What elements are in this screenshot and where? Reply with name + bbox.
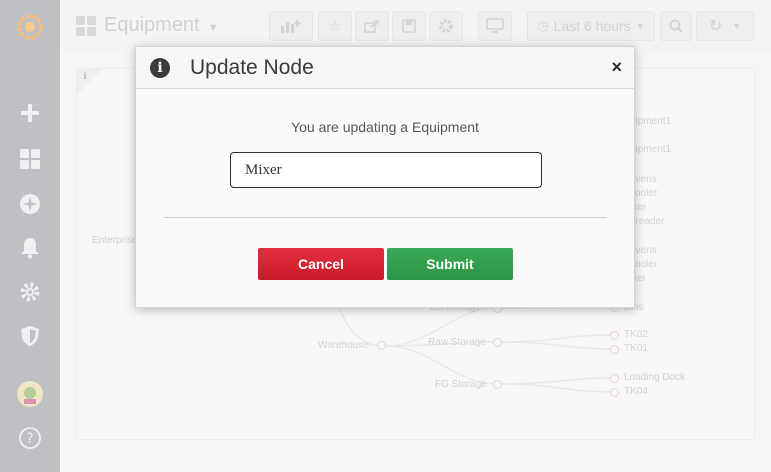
close-icon[interactable]: × bbox=[611, 57, 622, 78]
submit-button[interactable]: Submit bbox=[387, 248, 513, 280]
modal-header: i Update Node × bbox=[136, 47, 634, 89]
modal-title: Update Node bbox=[190, 55, 314, 79]
update-node-modal: i Update Node × You are updating a Equip… bbox=[135, 46, 635, 308]
node-name-input[interactable] bbox=[230, 152, 542, 188]
modal-divider bbox=[164, 217, 607, 218]
info-icon: i bbox=[150, 57, 170, 78]
cancel-button[interactable]: Cancel bbox=[258, 248, 384, 280]
modal-message: You are updating a Equipment bbox=[291, 119, 479, 135]
